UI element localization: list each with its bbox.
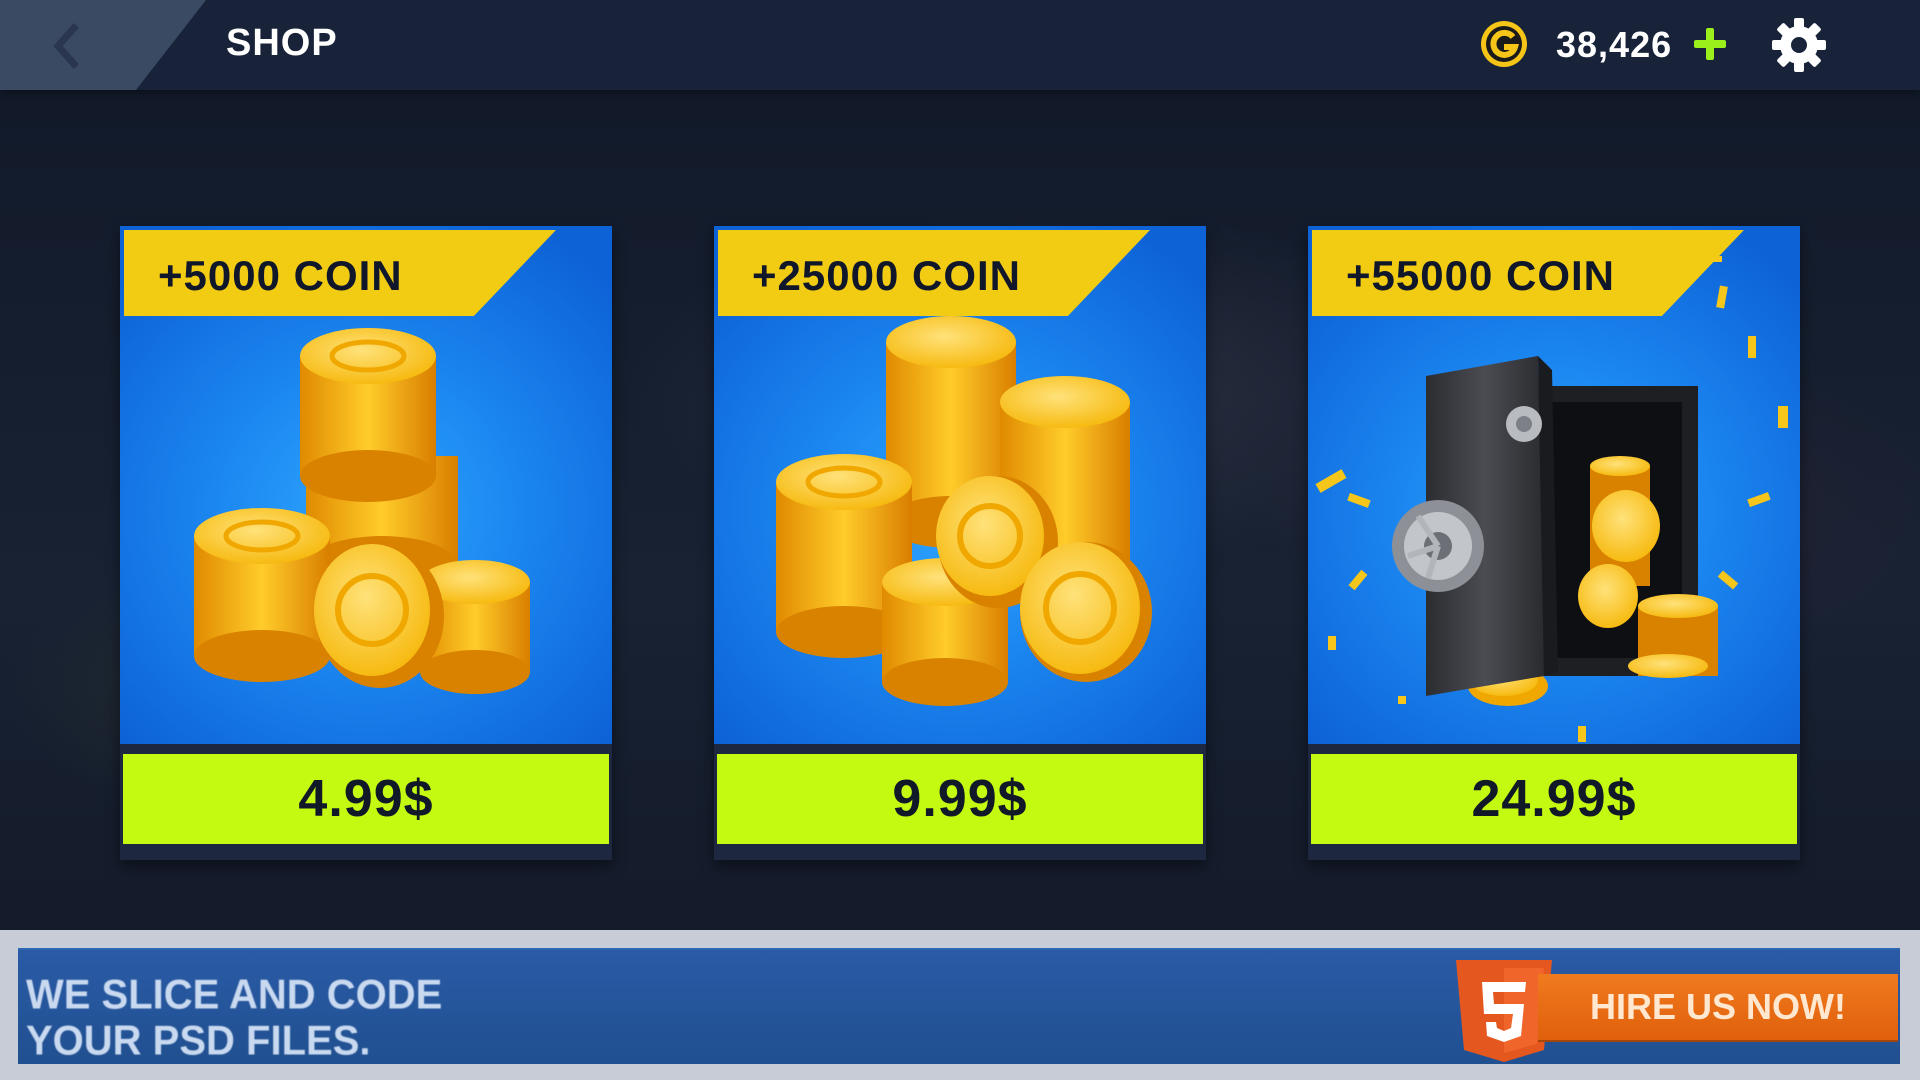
ad-line-2: YOUR PSD FILES. [26, 1018, 371, 1065]
offer-card-3[interactable]: +55000 COIN 24.99$ [1308, 226, 1800, 860]
coin-balance: 38,426 [1556, 24, 1673, 65]
back-button[interactable] [0, 0, 206, 90]
offer-label: +5000 COIN [158, 252, 403, 299]
offer-card-2[interactable]: +25000 COIN 9.99$ [714, 226, 1206, 860]
price-button[interactable]: 9.99$ [717, 754, 1203, 844]
price-button[interactable]: 4.99$ [123, 754, 609, 844]
offer-art: +5000 COIN [120, 226, 612, 744]
ad-banner-inner[interactable]: WE SLICE AND CODE YOUR PSD FILES. HIRE U… [18, 948, 1900, 1064]
price-button[interactable]: 24.99$ [1311, 754, 1797, 844]
top-bar: SHOP 38,426 [0, 0, 1920, 90]
ad-text: WE SLICE AND CODE YOUR PSD FILES. [26, 972, 442, 1064]
hire-us-button[interactable]: HIRE US NOW! [1538, 974, 1898, 1040]
gold-coin-icon [1481, 21, 1527, 67]
offer-label: +55000 COIN [1346, 252, 1615, 299]
gear-icon[interactable] [1770, 16, 1828, 74]
offer-art: +25000 COIN [714, 226, 1206, 744]
chevron-left-icon [53, 23, 79, 69]
ad-banner: WE SLICE AND CODE YOUR PSD FILES. HIRE U… [0, 930, 1920, 1080]
offer-card-1[interactable]: +5000 COIN 4.99$ [120, 226, 612, 860]
add-coins-button[interactable] [1692, 26, 1728, 62]
offer-label: +25000 COIN [752, 252, 1021, 299]
page-title: SHOP [226, 22, 338, 64]
ad-line-1: WE SLICE AND CODE [26, 971, 443, 1018]
offer-art: +55000 COIN [1308, 226, 1800, 744]
